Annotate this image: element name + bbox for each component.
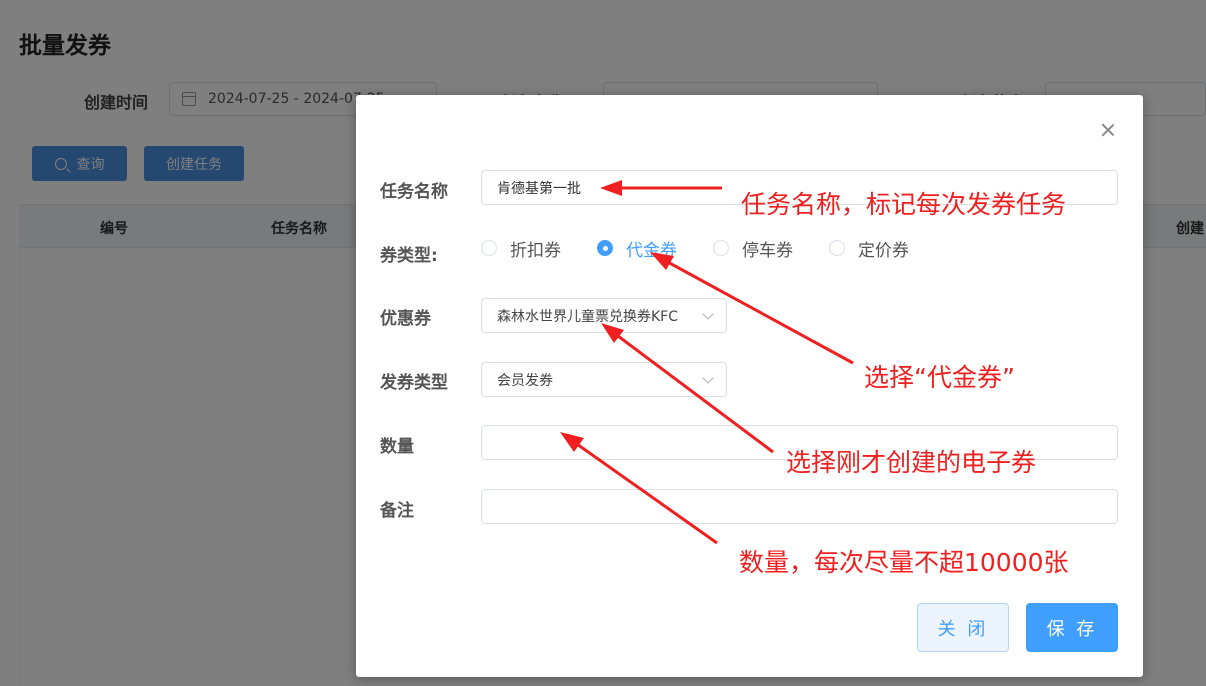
issue-type-label: 发券类型 [380,373,448,393]
radio-fixed-price-coupon[interactable]: 定价券 [829,236,909,261]
radio-label: 折扣券 [510,240,561,261]
coupon-select[interactable]: 森林水世界儿童票兑换券KFC [481,298,727,333]
close-icon[interactable] [1099,121,1117,139]
radio-label: 停车券 [742,240,793,261]
issue-type-select-value: 会员发券 [497,372,553,389]
annotation-coupon: 选择刚才创建的电子券 [786,448,1037,477]
radio-discount-coupon[interactable]: 折扣券 [481,236,561,261]
chevron-down-icon [702,308,714,320]
annotation-quantity: 数量，每次尽量不超10000张 [739,548,1069,577]
create-task-dialog: 任务名称 肯德基第一批 券类型: 折扣券 代金券 停车券 定价券 优惠券 森林水… [356,95,1143,677]
chevron-down-icon [702,372,714,384]
radio-cash-voucher[interactable]: 代金券 [597,236,677,261]
save-button[interactable]: 保 存 [1026,603,1118,652]
quantity-label: 数量 [380,437,414,457]
annotation-task-name: 任务名称，标记每次发券任务 [741,190,1067,219]
coupon-select-value: 森林水世界儿童票兑换券KFC [497,308,679,325]
radio-circle-icon [829,240,845,256]
close-button[interactable]: 关 闭 [917,603,1009,652]
coupon-label: 优惠券 [380,309,431,329]
task-name-value: 肯德基第一批 [497,180,581,197]
radio-circle-icon [713,240,729,256]
radio-parking-coupon[interactable]: 停车券 [713,236,793,261]
task-name-label: 任务名称 [380,182,448,202]
remark-label: 备注 [380,501,414,521]
annotation-coupon-type: 选择“代金券” [864,363,1015,392]
remark-input[interactable] [481,489,1118,524]
radio-checked-icon [597,240,613,256]
radio-circle-icon [481,240,497,256]
coupon-type-radio-group: 折扣券 代金券 停车券 定价券 [481,236,945,261]
radio-label: 代金券 [626,240,677,261]
radio-label: 定价券 [858,240,909,261]
issue-type-select[interactable]: 会员发券 [481,362,727,397]
coupon-type-label: 券类型: [380,246,438,266]
